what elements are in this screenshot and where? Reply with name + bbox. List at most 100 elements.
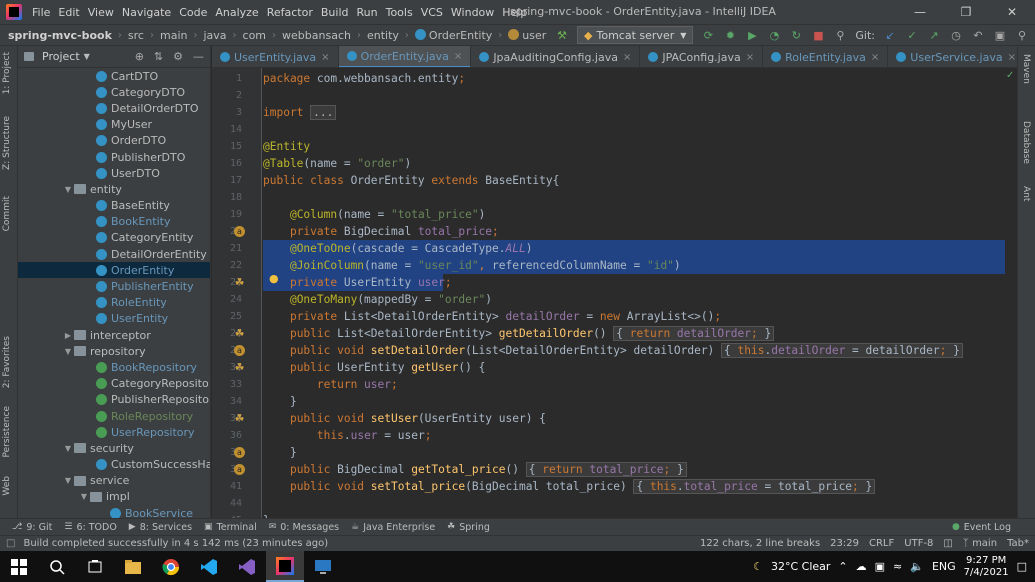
menu-window[interactable]: Window bbox=[447, 6, 498, 19]
chevron-down-icon[interactable]: ▼ bbox=[78, 492, 90, 501]
tree-item[interactable]: UserEntity bbox=[18, 311, 210, 327]
bean-marker-icon[interactable]: ☘ bbox=[234, 327, 245, 340]
run-config-select[interactable]: ◆ Tomcat server ▼ bbox=[577, 26, 694, 44]
bean-marker-icon[interactable]: ☘ bbox=[234, 276, 245, 289]
tool-window-todo[interactable]: ☰ 6: TODO bbox=[64, 522, 116, 533]
breadcrumb-item[interactable]: entity bbox=[367, 29, 399, 42]
breadcrumb-item[interactable]: main bbox=[160, 29, 187, 42]
git-push-icon[interactable]: ↗ bbox=[927, 28, 941, 42]
stop-icon[interactable]: ■ bbox=[811, 28, 825, 42]
code-line[interactable]: } bbox=[263, 393, 297, 410]
profile-icon[interactable]: ◔ bbox=[767, 28, 781, 42]
chevron-up-icon[interactable]: ⌃ bbox=[838, 560, 847, 573]
code-line[interactable]: public void setUser(UserEntity user) { bbox=[263, 410, 546, 427]
close-tab-icon[interactable]: × bbox=[1008, 52, 1016, 63]
bean-marker-icon[interactable]: ☘ bbox=[234, 412, 245, 425]
remote-desktop-icon[interactable] bbox=[304, 551, 342, 582]
tree-item[interactable]: OrderDTO bbox=[18, 133, 210, 149]
code-line[interactable]: @Column(name = "total_price") bbox=[263, 206, 485, 223]
chevron-right-icon[interactable]: ▶ bbox=[62, 331, 74, 340]
tree-item[interactable]: CustomSuccessHa bbox=[18, 457, 210, 473]
tree-item[interactable]: DetailOrderDTO bbox=[18, 100, 210, 116]
side-tab-database[interactable]: Database bbox=[1021, 121, 1031, 164]
override-marker-icon[interactable]: a bbox=[234, 464, 245, 475]
wifi-icon[interactable]: ≈ bbox=[893, 560, 902, 573]
override-marker-icon[interactable]: a bbox=[234, 447, 245, 458]
line-separator[interactable]: CRLF bbox=[869, 538, 894, 549]
git-commit-icon[interactable]: ✓ bbox=[905, 28, 919, 42]
status-message[interactable]: Build completed successfully in 4 s 142 … bbox=[23, 538, 328, 549]
override-marker-icon[interactable]: a bbox=[234, 226, 245, 237]
code-line[interactable]: @Entity bbox=[263, 138, 310, 155]
menu-code[interactable]: Code bbox=[175, 6, 211, 19]
chevron-down-icon[interactable]: ▼ bbox=[62, 444, 74, 453]
code-line[interactable]: public class OrderEntity extends BaseEnt… bbox=[263, 172, 559, 189]
breadcrumb-item[interactable]: user bbox=[508, 28, 546, 42]
tree-item[interactable]: ▶ interceptor bbox=[18, 327, 210, 343]
code-line[interactable]: @OneToOne(cascade = CascadeType.ALL) bbox=[263, 240, 533, 257]
code-line[interactable]: import ... bbox=[263, 104, 337, 121]
editor-tab[interactable]: RoleEntity.java × bbox=[763, 46, 889, 67]
git-branch[interactable]: ᛉ main bbox=[963, 538, 997, 549]
editor-tab[interactable]: JPAConfig.java × bbox=[640, 46, 764, 67]
code-line[interactable]: private BigDecimal total_price; bbox=[263, 223, 499, 240]
code-line[interactable]: package com.webbansach.entity; bbox=[263, 70, 465, 87]
chevron-down-icon[interactable]: ▼ bbox=[62, 476, 74, 485]
menu-navigate[interactable]: Navigate bbox=[118, 6, 175, 19]
close-tab-icon[interactable]: × bbox=[871, 52, 879, 63]
breadcrumb-item[interactable]: spring-mvc-book bbox=[8, 29, 112, 42]
editor-tab[interactable]: JpaAuditingConfig.java × bbox=[471, 46, 641, 67]
tree-item[interactable]: UserDTO bbox=[18, 165, 210, 181]
history-icon[interactable]: ◷ bbox=[949, 28, 963, 42]
tree-item[interactable]: PublisherReposito bbox=[18, 392, 210, 408]
tree-item[interactable]: UserRepository bbox=[18, 424, 210, 440]
tree-item[interactable]: ▼ entity bbox=[18, 181, 210, 197]
vscode-icon[interactable] bbox=[190, 551, 228, 582]
notification-icon[interactable]: □ bbox=[1017, 560, 1027, 573]
project-panel-title[interactable]: Project bbox=[42, 50, 80, 63]
tree-item[interactable]: BookRepository bbox=[18, 359, 210, 375]
side-tab-favorites[interactable]: 2: Favorites bbox=[2, 336, 12, 388]
cloud-icon[interactable]: ☁ bbox=[856, 560, 867, 573]
menu-vcs[interactable]: VCS bbox=[417, 6, 447, 19]
menu-refactor[interactable]: Refactor bbox=[263, 6, 317, 19]
chrome-icon[interactable] bbox=[152, 551, 190, 582]
close-tab-icon[interactable]: × bbox=[623, 52, 631, 63]
locate-file-icon[interactable]: ⊕ bbox=[135, 50, 144, 63]
tree-item[interactable]: MyUser bbox=[18, 117, 210, 133]
search-icon[interactable] bbox=[38, 551, 76, 582]
tree-item[interactable]: CategoryReposito bbox=[18, 376, 210, 392]
coverage-icon[interactable]: ▶ bbox=[745, 28, 759, 42]
weather-moon-icon[interactable]: ☾ bbox=[753, 560, 763, 573]
code-line[interactable]: public void setDetailOrder(List<DetailOr… bbox=[263, 342, 963, 359]
breadcrumb-item[interactable]: java bbox=[203, 29, 226, 42]
side-tab-commit[interactable]: Commit bbox=[2, 196, 12, 231]
rollback-icon[interactable]: ↶ bbox=[971, 28, 985, 42]
close-tab-icon[interactable]: × bbox=[746, 52, 754, 63]
visual-studio-icon[interactable] bbox=[228, 551, 266, 582]
build-hammer-icon[interactable]: ⚒ bbox=[555, 28, 569, 42]
code-line[interactable]: public void setTotal_price(BigDecimal to… bbox=[263, 478, 876, 495]
tree-item[interactable]: BookService bbox=[18, 505, 210, 518]
code-editor[interactable]: package com.webbansach.entity; import ...… bbox=[263, 68, 1005, 518]
override-marker-icon[interactable]: a bbox=[234, 345, 245, 356]
chevron-down-icon[interactable]: ▼ bbox=[62, 347, 74, 356]
code-line[interactable]: @Table(name = "order") bbox=[263, 155, 411, 172]
event-log-button[interactable]: ● Event Log bbox=[952, 522, 1035, 533]
file-explorer-icon[interactable] bbox=[114, 551, 152, 582]
code-line[interactable]: } bbox=[263, 444, 297, 461]
breadcrumb-item[interactable]: webbansach bbox=[282, 29, 351, 42]
windows-start-icon[interactable] bbox=[0, 551, 38, 582]
code-line[interactable]: private UserEntity user; bbox=[263, 274, 452, 291]
tree-item[interactable]: CategoryDTO bbox=[18, 84, 210, 100]
tree-item[interactable]: ▼ repository bbox=[18, 343, 210, 359]
side-tab-project[interactable]: 1: Project bbox=[2, 52, 12, 94]
chevron-down-icon[interactable]: ▼ bbox=[62, 185, 74, 194]
minimize-icon[interactable]: — bbox=[897, 0, 943, 24]
chevron-down-icon[interactable]: ▼ bbox=[84, 52, 90, 61]
gear-icon[interactable]: ⚙ bbox=[173, 50, 183, 63]
editor-tab[interactable]: UserService.java × bbox=[888, 46, 1017, 67]
intellij-taskbar-icon[interactable] bbox=[266, 551, 304, 582]
close-tab-icon[interactable]: × bbox=[454, 51, 462, 62]
frame-icon[interactable]: ▣ bbox=[993, 28, 1007, 42]
